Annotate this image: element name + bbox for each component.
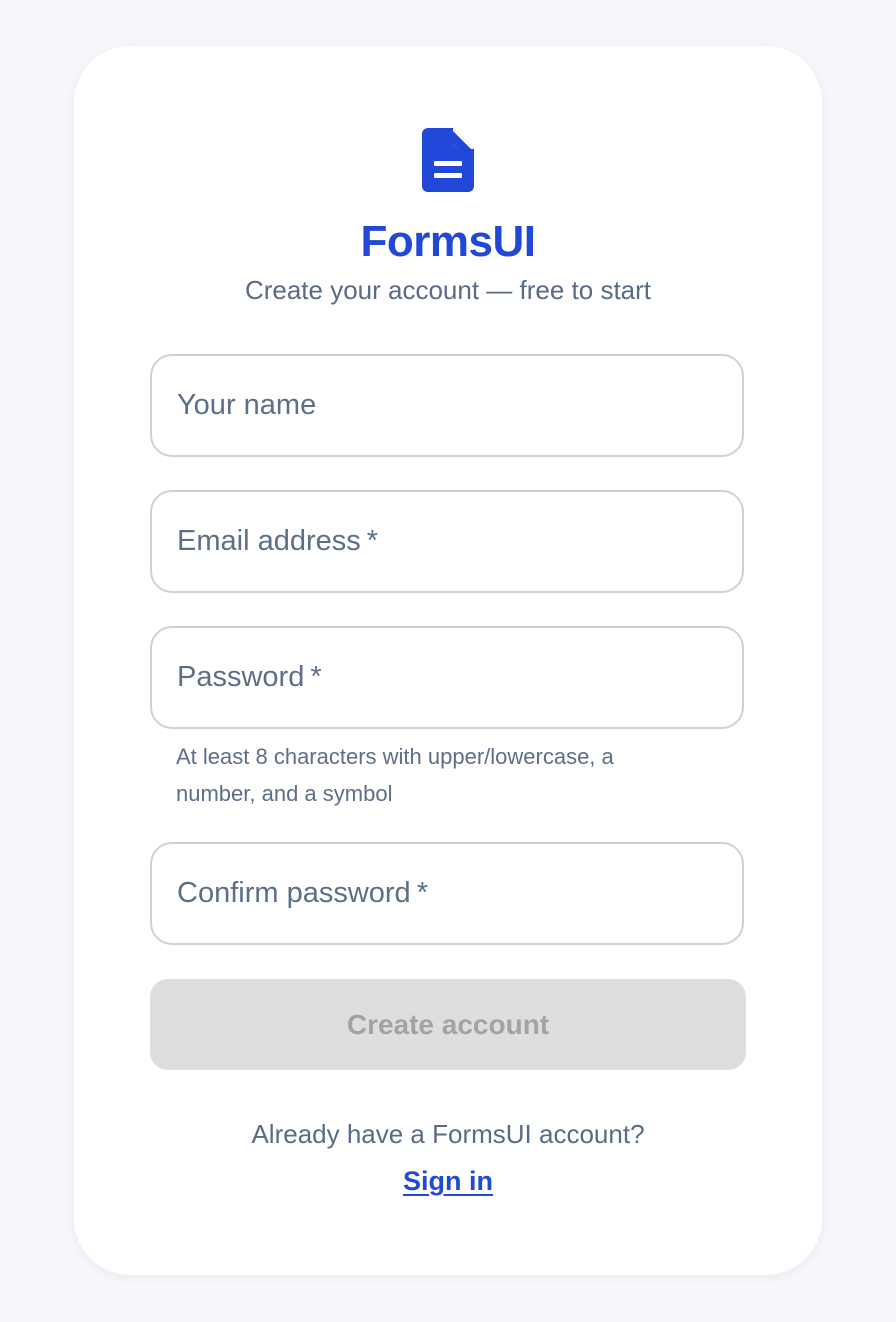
signup-card: FormsUI Create your account — free to st…: [74, 46, 822, 1275]
confirm-password-input[interactable]: [152, 844, 746, 945]
signin-link[interactable]: Sign in: [403, 1166, 493, 1196]
name-field[interactable]: Your name: [150, 354, 746, 457]
brand-title: FormsUI: [360, 217, 536, 266]
email-field[interactable]: Email address *: [150, 490, 746, 593]
signin-prompt: Already have a FormsUI account?: [251, 1119, 645, 1149]
document-icon: [422, 128, 474, 192]
password-input[interactable]: [152, 628, 746, 729]
confirm-password-field[interactable]: Confirm password *: [150, 842, 746, 945]
create-account-button[interactable]: Create account: [150, 979, 746, 1070]
name-input[interactable]: [152, 356, 746, 457]
password-hint: At least 8 characters with upper/lowerca…: [176, 744, 614, 806]
page-subtitle: Create your account — free to start: [244, 275, 652, 305]
password-field[interactable]: Password *: [150, 626, 746, 729]
email-input[interactable]: [152, 492, 746, 593]
signin-row: Sign in: [74, 1163, 822, 1199]
